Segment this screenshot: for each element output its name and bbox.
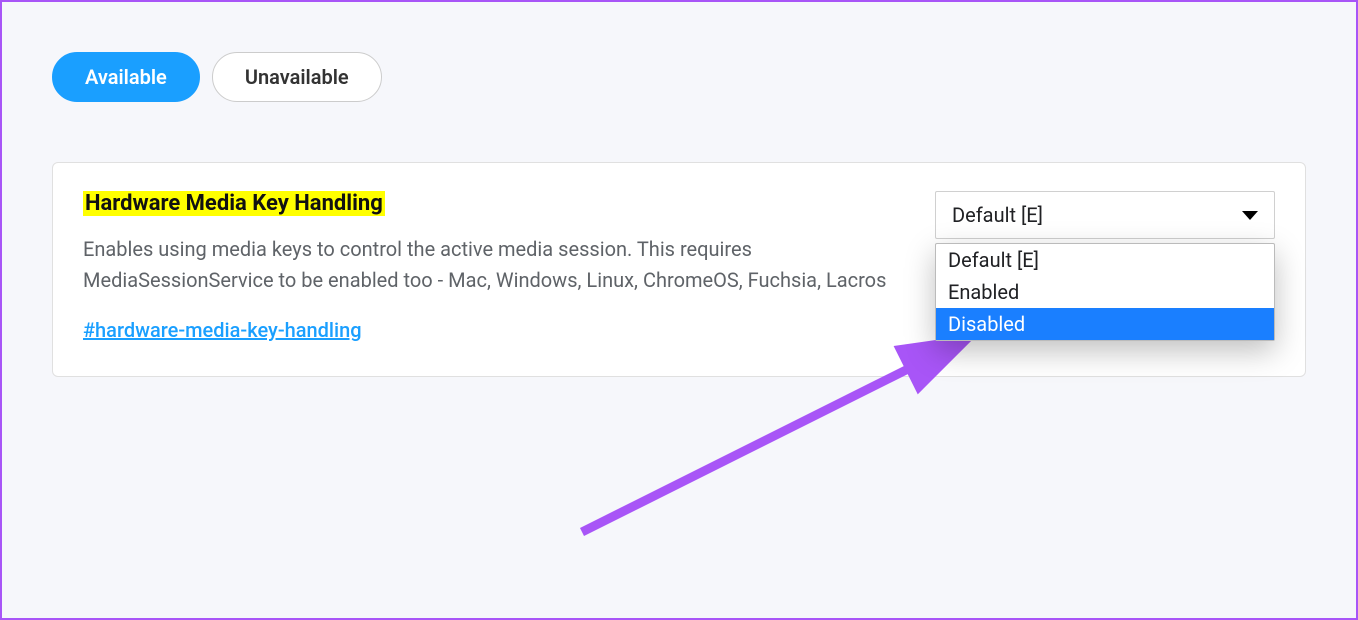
dropdown-option-enabled[interactable]: Enabled	[936, 276, 1274, 308]
dropdown-option-disabled[interactable]: Disabled	[936, 308, 1274, 340]
dropdown-option-default[interactable]: Default [E]	[936, 244, 1274, 276]
tab-unavailable[interactable]: Unavailable	[212, 52, 382, 102]
flag-anchor-link[interactable]: #hardware-media-key-handling	[83, 318, 362, 342]
flag-title: Hardware Media Key Handling	[83, 191, 385, 216]
tab-available[interactable]: Available	[52, 52, 200, 102]
tabs-row: Available Unavailable	[52, 52, 1306, 102]
dropdown-select[interactable]: Default [E]	[935, 191, 1275, 239]
flag-description: Enables using media keys to control the …	[83, 234, 915, 296]
chevron-down-icon	[1242, 211, 1258, 220]
flag-state-dropdown[interactable]: Default [E] Default [E] Enabled Disabled	[935, 191, 1275, 239]
dropdown-selected-value: Default [E]	[952, 203, 1043, 227]
flag-card: Hardware Media Key Handling Enables usin…	[52, 162, 1306, 377]
dropdown-options-list: Default [E] Enabled Disabled	[935, 243, 1275, 341]
